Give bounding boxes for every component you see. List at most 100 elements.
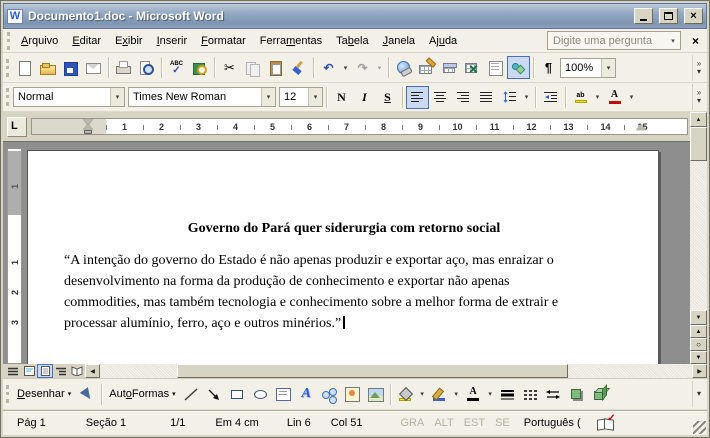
arrow-style-button[interactable] [542,383,565,406]
toolbar-grip[interactable] [7,31,10,50]
print-button[interactable] [112,56,135,79]
document-page[interactable]: Governo do Pará quer siderurgia com reto… [27,150,659,364]
line-style-button[interactable] [496,383,519,406]
save-button[interactable] [59,56,82,79]
ask-question-box[interactable]: Digite uma pergunta ▾ [547,31,681,50]
previous-page-button[interactable]: ▲ [690,325,707,338]
line-spacing-dropdown[interactable]: ▾ [521,86,532,109]
menu-item-editar[interactable]: Editar [65,32,108,50]
web-layout-view-button[interactable] [21,364,37,378]
format-painter-button[interactable] [287,56,310,79]
redo-button[interactable]: ↷ [351,56,374,79]
undo-dropdown[interactable]: ▾ [340,56,351,79]
vertical-scroll-track[interactable] [690,161,707,310]
toolbar-options-button[interactable]: » ▾ [692,84,705,110]
menu-item-arquivo[interactable]: Arquivo [14,32,65,50]
dash-style-button[interactable] [519,383,542,406]
tables-borders-button[interactable] [415,56,438,79]
oval-button[interactable] [249,383,272,406]
rectangle-button[interactable] [226,383,249,406]
highlight-dropdown[interactable]: ▾ [592,86,603,109]
draw-menu-button[interactable]: Desenhar ▾ [13,385,75,403]
fill-color-button[interactable] [394,383,417,406]
diagram-button[interactable] [318,383,341,406]
menu-item-ajuda[interactable]: Ajuda [422,32,464,50]
outline-view-button[interactable] [53,364,69,378]
document-close-button[interactable]: × [687,32,704,50]
draw-font-color-dropdown[interactable]: ▾ [485,383,496,406]
align-left-button[interactable] [406,85,429,109]
menu-item-janela[interactable]: Janela [376,32,422,50]
text-box-button[interactable] [272,383,295,406]
vertical-ruler[interactable]: 1 1 2 3 [7,148,22,364]
line-color-button[interactable] [428,383,451,406]
status-mode-est[interactable]: EST [464,417,485,429]
print-layout-view-button[interactable] [37,364,53,378]
cut-button[interactable]: ✂ [218,56,241,79]
font-size-combo[interactable]: 12 ▾ [279,87,323,107]
toolbar-options-button[interactable]: ▾ [692,381,705,407]
chevron-down-icon[interactable]: ▾ [666,32,680,49]
resize-grip[interactable] [693,421,706,434]
line-spacing-button[interactable] [498,86,521,109]
title-bar[interactable]: W Documento1.doc - Microsoft Word × [3,3,707,29]
menu-item-ferramentas[interactable]: Ferramentas [253,32,329,50]
columns-button[interactable] [484,56,507,79]
normal-view-button[interactable] [5,364,21,378]
scroll-right-button[interactable]: ▶ [692,364,707,378]
spelling-status-book-icon[interactable]: ✓ [597,413,615,429]
menu-item-inserir[interactable]: Inserir [150,32,195,50]
font-color-dropdown[interactable]: ▾ [626,86,637,109]
tab-selector-button[interactable]: L [7,116,27,137]
status-language[interactable]: Português ( [524,417,581,429]
vertical-scroll-thumb[interactable] [690,127,707,161]
line-color-dropdown[interactable]: ▾ [451,383,462,406]
toolbar-options-button[interactable]: » ▾ [692,54,705,81]
print-preview-button[interactable] [135,56,158,79]
spelling-button[interactable]: ABC ✓ [165,56,188,79]
scroll-left-button[interactable]: ◀ [85,364,100,378]
font-color-button[interactable]: A [603,86,626,109]
increase-indent-button[interactable] [539,86,562,109]
insert-excel-button[interactable] [461,56,484,79]
right-indent-marker[interactable] [636,124,646,130]
zoom-combo[interactable]: 100% ▾ [560,57,616,78]
underline-button[interactable]: S [376,86,399,109]
horizontal-scroll-track[interactable] [100,364,692,378]
chevron-down-icon[interactable]: ▾ [261,88,275,106]
align-center-button[interactable] [429,86,452,109]
chevron-down-icon[interactable]: ▾ [601,58,615,77]
status-mode-se[interactable]: SE [495,417,510,429]
open-button[interactable] [36,56,59,79]
menu-item-formatar[interactable]: Formatar [194,32,253,50]
show-hide-paragraph-button[interactable]: ¶ [537,56,560,79]
font-combo[interactable]: Times New Roman ▾ [128,87,276,107]
fill-color-dropdown[interactable]: ▾ [417,383,428,406]
highlight-button[interactable]: ab [569,86,592,109]
align-right-button[interactable] [452,86,475,109]
draw-font-color-button[interactable]: A [462,383,485,406]
drawing-toggle-button[interactable] [507,56,530,79]
clip-art-button[interactable] [341,383,364,406]
copy-button[interactable] [241,56,264,79]
line-button[interactable] [180,383,203,406]
email-button[interactable] [82,56,105,79]
toolbar-grip[interactable] [6,58,9,77]
italic-button[interactable]: I [353,86,376,109]
shadow-style-button[interactable] [565,383,588,406]
justify-button[interactable] [475,86,498,109]
paste-button[interactable] [264,56,287,79]
research-button[interactable] [188,56,211,79]
undo-button[interactable]: ↶ [317,56,340,79]
chevron-down-icon[interactable]: ▾ [110,88,124,106]
next-page-button[interactable]: ▼ [690,351,707,364]
insert-table-button[interactable] [438,56,461,79]
status-mode-gra[interactable]: GRA [400,417,424,429]
vertical-scrollbar[interactable]: ▲ ▼ ▲ ○ ▼ [690,112,707,364]
insert-picture-button[interactable] [364,383,387,406]
horizontal-scroll-thumb[interactable] [176,364,568,378]
status-mode-alt[interactable]: ALT [434,417,453,429]
select-objects-button[interactable] [75,383,98,406]
scroll-up-button[interactable]: ▲ [690,112,707,127]
wordart-button[interactable]: A [295,383,318,406]
